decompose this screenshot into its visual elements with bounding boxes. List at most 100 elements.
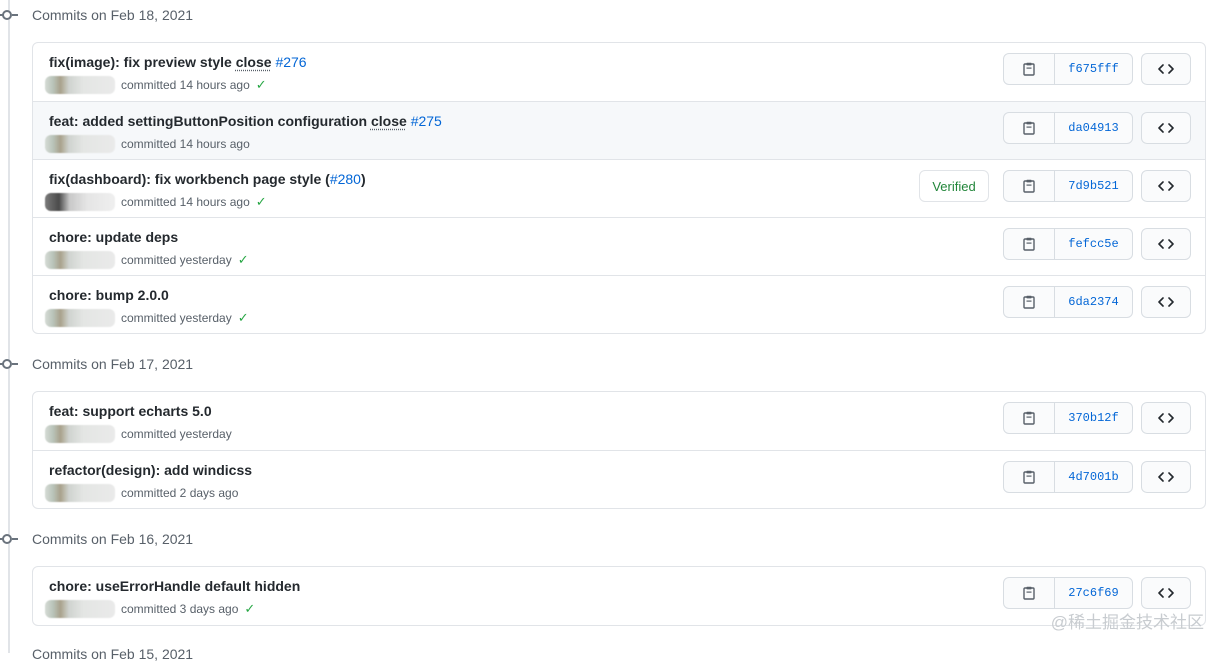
copy-sha-button[interactable] [1004,54,1055,84]
commit-message-link[interactable]: chore: useErrorHandle default hidden [49,578,300,594]
author-avatar[interactable] [43,251,121,269]
commit-row: chore: update deps committed yesterday ✓ fe… [33,217,1205,275]
ci-success-check-icon[interactable]: ✓ [238,252,249,268]
commit-row: chore: bump 2.0.0 committed yesterday ✓ 6da… [33,275,1205,333]
commit-sha-link[interactable]: 7d9b521 [1055,171,1132,201]
commit-meta: committed yesterday ✓ [43,251,249,269]
copy-sha-button[interactable] [1004,229,1055,259]
issue-link[interactable]: #275 [411,113,442,129]
author-avatar[interactable] [43,309,121,327]
timeline-line [8,0,10,653]
commit-row: feat: added settingButtonPosition config… [33,101,1205,159]
author-avatar[interactable] [43,193,121,211]
commit-title: feat: support echarts 5.0 [49,403,212,419]
author-avatar[interactable] [43,484,121,502]
commit-sha-link[interactable]: fefcc5e [1055,229,1132,259]
commit-title: chore: update deps [49,229,178,245]
browse-repo-button[interactable] [1141,286,1191,318]
author-avatar[interactable] [43,76,121,94]
author-avatar[interactable] [43,135,121,153]
commit-message-link[interactable]: chore: update deps [49,229,178,245]
copy-sha-button[interactable] [1004,171,1055,201]
commit-time: committed 3 days ago [121,602,239,616]
ci-success-check-icon[interactable]: ✓ [256,194,267,210]
copy-sha-button[interactable] [1004,462,1055,492]
sha-button-group: 27c6f69 [1003,577,1133,609]
commit-message-link[interactable]: chore: bump 2.0.0 [49,287,169,303]
sha-button-group: fefcc5e [1003,228,1133,260]
browse-repo-button[interactable] [1141,402,1191,434]
commit-meta: committed yesterday ✓ [43,309,249,327]
commit-row: fix(dashboard): fix workbench page style… [33,159,1205,217]
author-avatar[interactable] [43,425,121,443]
close-keyword: close [370,113,407,129]
code-icon [1158,181,1174,191]
commit-sha-link[interactable]: da04913 [1055,113,1132,143]
commit-sha-link[interactable]: 27c6f69 [1055,578,1132,608]
copy-sha-button[interactable] [1004,578,1055,608]
browse-repo-button[interactable] [1141,228,1191,260]
commit-message-link[interactable]: feat: support echarts 5.0 [49,403,212,419]
commit-time: committed 14 hours ago [121,137,250,151]
group-header: Commits on Feb 17, 2021 [0,353,400,377]
browse-repo-button[interactable] [1141,170,1191,202]
sha-button-group: 6da2374 [1003,286,1133,318]
commit-message-link[interactable]: fix(dashboard): fix workbench page style… [49,171,330,187]
commit-list: chore: useErrorHandle default hidden comm… [32,566,1206,626]
browse-repo-button[interactable] [1141,53,1191,85]
clipboard-icon [1023,295,1035,309]
commit-time: committed 14 hours ago [121,78,250,92]
close-keyword: close [235,54,272,70]
issue-link[interactable]: #280 [330,171,361,187]
sha-button-group: da04913 [1003,112,1133,144]
commit-list: feat: support echarts 5.0 committed yeste… [32,391,1206,509]
clipboard-icon [1023,470,1035,484]
issue-link[interactable]: #276 [275,54,306,70]
commit-message-link[interactable]: feat: added settingButtonPosition config… [49,113,371,129]
commit-meta: committed 14 hours ago [43,135,250,153]
commit-meta: committed 3 days ago ✓ [43,600,255,618]
commit-time: committed yesterday [121,311,232,325]
commit-sha-link[interactable]: f675fff [1055,54,1132,84]
commit-row: chore: useErrorHandle default hidden comm… [33,567,1205,625]
browse-repo-button[interactable] [1141,112,1191,144]
commit-sha-link[interactable]: 4d7001b [1055,462,1132,492]
clipboard-icon [1023,179,1035,193]
code-icon [1158,239,1174,249]
code-icon [1158,297,1174,307]
copy-sha-button[interactable] [1004,287,1055,317]
copy-sha-button[interactable] [1004,403,1055,433]
commit-sha-link[interactable]: 6da2374 [1055,287,1132,317]
commit-message-link[interactable]: refactor(design): add windicss [49,462,252,478]
commit-row: refactor(design): add windicss committed … [33,450,1205,508]
group-date-title: Commits on Feb 17, 2021 [32,356,194,372]
sha-button-group: f675fff [1003,53,1133,85]
clipboard-icon [1023,62,1035,76]
commit-time: committed 2 days ago [121,486,239,500]
ci-success-check-icon[interactable]: ✓ [244,601,255,617]
commit-meta: committed 14 hours ago ✓ [43,76,267,94]
ci-success-check-icon[interactable]: ✓ [256,77,267,93]
commit-time: committed yesterday [121,253,232,267]
commit-title: fix(dashboard): fix workbench page style… [49,171,366,187]
commit-node-icon [0,10,18,20]
ci-success-check-icon[interactable]: ✓ [238,310,249,326]
commit-time: committed yesterday [121,427,232,441]
browse-repo-button[interactable] [1141,461,1191,493]
group-date-title: Commits on Feb 18, 2021 [32,7,194,23]
copy-sha-button[interactable] [1004,113,1055,143]
author-avatar[interactable] [43,600,121,618]
commit-title: chore: bump 2.0.0 [49,287,169,303]
commit-sha-link[interactable]: 370b12f [1055,403,1132,433]
sha-button-group: 370b12f [1003,402,1133,434]
commit-message-link[interactable]: fix(image): fix preview style [49,54,236,70]
browse-repo-button[interactable] [1141,577,1191,609]
verified-badge[interactable]: Verified [919,170,989,202]
sha-button-group: 7d9b521 [1003,170,1133,202]
commit-node-icon [0,534,18,544]
group-date-title: Commits on Feb 16, 2021 [32,531,194,547]
clipboard-icon [1023,237,1035,251]
code-icon [1158,588,1174,598]
commit-meta: committed yesterday [43,425,232,443]
group-header: Commits on Feb 16, 2021 [0,528,400,552]
